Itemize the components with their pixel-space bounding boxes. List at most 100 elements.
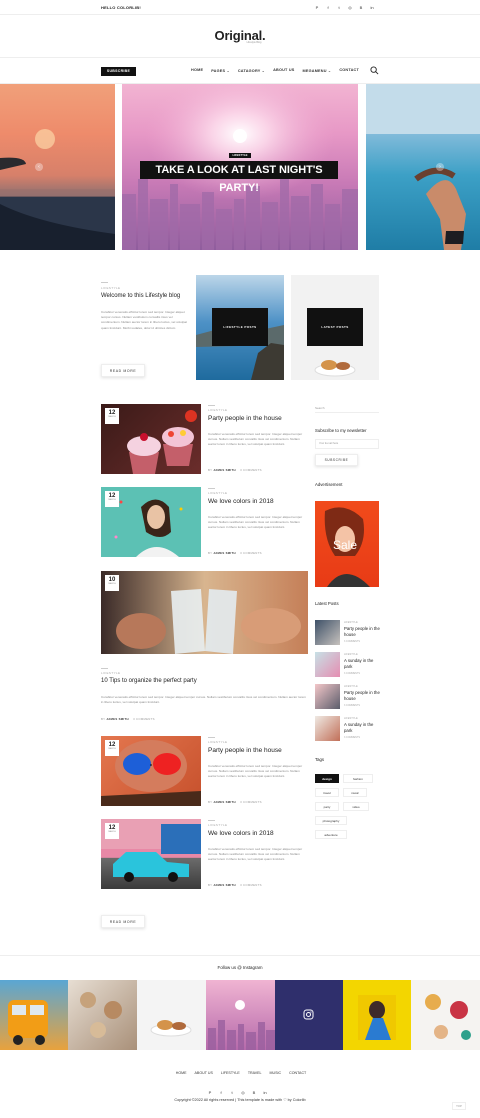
behance-icon[interactable]: B xyxy=(359,5,363,10)
load-more-button[interactable]: READ MORE xyxy=(101,915,145,928)
slider-prev-arrow[interactable]: ‹ xyxy=(35,163,43,171)
tag-design[interactable]: design xyxy=(315,774,339,783)
instagram-photo[interactable] xyxy=(275,980,343,1050)
nav-divider-top xyxy=(0,57,480,58)
latest-post-meta: 3 COMMENTS xyxy=(344,704,360,707)
advertisement-banner[interactable]: Sale xyxy=(315,501,379,587)
behance-icon[interactable]: B xyxy=(252,1090,256,1095)
pinterest-icon[interactable]: P xyxy=(315,5,319,10)
tag-party[interactable]: party xyxy=(315,802,339,811)
sidebar-search-input[interactable]: Search xyxy=(315,406,325,410)
twitter-icon[interactable]: t xyxy=(337,5,341,10)
pinterest-icon[interactable]: P xyxy=(208,1090,212,1095)
tag-fashion[interactable]: fashion xyxy=(343,774,373,783)
copyright-text: Copyright ©2022 All rights reserved | Th… xyxy=(174,1098,306,1102)
tag-video[interactable]: video xyxy=(343,802,369,811)
post-kicker[interactable]: LIFESTYLE xyxy=(208,408,227,412)
post-body: Curabitur venenatis efficitur lorem sed … xyxy=(101,695,306,705)
post-title[interactable]: 10 Tips to organize the perfect party xyxy=(101,678,197,684)
tag-adventure[interactable]: adventure xyxy=(315,830,347,839)
slider-next-arrow[interactable]: › xyxy=(436,163,444,171)
linkedin-icon[interactable]: in xyxy=(263,1090,267,1095)
post-title[interactable]: Party people in the house xyxy=(208,415,282,422)
footer-link-contact[interactable]: CONTACT xyxy=(289,1071,306,1075)
welcome-title: Welcome to this Lifestyle blog xyxy=(101,293,181,299)
ad-sale-text: Sale xyxy=(333,538,358,552)
latest-post-thumb[interactable] xyxy=(315,716,340,741)
nav-item-megamenu[interactable]: MEGAMENU ⌄ xyxy=(303,68,332,73)
post-meta: BY JAMES SMITH 3 COMMENTS xyxy=(208,551,262,555)
hero-slide-prev[interactable]: ‹ xyxy=(0,84,115,250)
tag-photography[interactable]: photography xyxy=(315,816,347,825)
welcome-kicker[interactable]: LIFESTYLE xyxy=(101,286,120,290)
post-title[interactable]: Party people in the house xyxy=(208,747,282,754)
facebook-icon[interactable]: f xyxy=(326,5,330,10)
welcome-body: Curabitur venenatis efficitur lorem sed … xyxy=(101,310,187,330)
facebook-icon[interactable]: f xyxy=(219,1090,223,1095)
nav-item-home[interactable]: HOME xyxy=(191,68,203,73)
latest-posts-label[interactable]: LATEST POSTS xyxy=(307,308,363,346)
footer-link-home[interactable]: HOME xyxy=(176,1071,187,1075)
nav-item-pages[interactable]: PAGES ⌄ xyxy=(211,68,230,73)
hero-slide-next[interactable]: › xyxy=(366,84,480,250)
instagram-photo[interactable] xyxy=(68,980,137,1050)
post-image-wide[interactable]: 10 MARCH xyxy=(101,571,308,654)
dribbble-icon[interactable]: ◎ xyxy=(348,5,352,10)
footer-link-music[interactable]: MUSIC xyxy=(270,1071,282,1075)
post-date-badge: 12 MARCH xyxy=(105,491,119,507)
post-image[interactable]: 12 MARCH xyxy=(101,736,201,806)
post-body: Curabitur venenatis efficitur lorem sed … xyxy=(208,764,303,779)
latest-post-meta: 3 COMMENTS xyxy=(344,672,360,675)
welcome-read-more-button[interactable]: READ MORE xyxy=(101,364,145,377)
post-body: Curabitur venenatis efficitur lorem sed … xyxy=(208,515,303,530)
hero-title[interactable]: TAKE A LOOK AT LAST NIGHT'S PARTY! xyxy=(140,161,338,194)
post-title[interactable]: We love colors in 2018 xyxy=(208,498,274,505)
instagram-icon[interactable] xyxy=(275,980,343,1050)
post-kicker[interactable]: LIFESTYLE xyxy=(208,823,227,827)
latest-post-title[interactable]: Party people in the house xyxy=(344,626,382,637)
newsletter-email-input[interactable]: Your E-mail here xyxy=(315,439,379,449)
newsletter-title: Subscribe to my newsletter xyxy=(315,428,367,433)
latest-post-thumb[interactable] xyxy=(315,652,340,677)
lifestyle-posts-label[interactable]: LIFESTYLE POSTS xyxy=(212,308,268,346)
post-kicker[interactable]: LIFESTYLE xyxy=(101,671,120,675)
post-kicker[interactable]: LIFESTYLE xyxy=(208,740,227,744)
instagram-photo[interactable] xyxy=(206,980,275,1050)
latest-post-title[interactable]: A sunday in the park xyxy=(344,658,382,669)
instagram-photo[interactable] xyxy=(343,980,411,1050)
back-to-top-button[interactable]: TOP xyxy=(452,1102,466,1110)
instagram-photo[interactable] xyxy=(411,980,480,1050)
twitter-icon[interactable]: t xyxy=(230,1090,234,1095)
hero-category-tag[interactable]: LIFESTYLE xyxy=(229,153,251,158)
post-image[interactable]: 12 MARCH xyxy=(101,404,201,474)
tag-music[interactable]: music xyxy=(343,788,367,797)
nav-item-catagory[interactable]: CATAGORY ⌄ xyxy=(238,68,265,73)
main-nav: HOME PAGES ⌄ CATAGORY ⌄ ABOUT US MEGAMEN… xyxy=(191,68,359,73)
post-image[interactable]: 12 MARCH xyxy=(101,487,201,557)
latest-post-thumb[interactable] xyxy=(315,684,340,709)
latest-post-title[interactable]: Party people in the house xyxy=(344,690,382,701)
linkedin-icon[interactable]: in xyxy=(370,5,374,10)
newsletter-subscribe-button[interactable]: SUBSCRIBE xyxy=(315,454,358,466)
tag-travel[interactable]: travel xyxy=(315,788,339,797)
footer-link-about[interactable]: ABOUT US xyxy=(195,1071,213,1075)
instagram-photo[interactable] xyxy=(137,980,206,1050)
nav-item-about[interactable]: ABOUT US xyxy=(273,68,294,73)
nav-item-contact[interactable]: CONTACT xyxy=(339,68,359,73)
post-image[interactable]: 12 MARCH xyxy=(101,819,201,889)
post-title[interactable]: We love colors in 2018 xyxy=(208,830,274,837)
post-kicker[interactable]: LIFESTYLE xyxy=(208,491,227,495)
instagram-photo[interactable] xyxy=(0,980,68,1050)
search-icon[interactable] xyxy=(370,66,379,75)
footer-link-lifestyle[interactable]: LIFESTYLE xyxy=(221,1071,240,1075)
post-dash xyxy=(208,405,215,406)
post-meta: BY JAMES SMITH 3 COMMENTS xyxy=(208,800,262,804)
latest-post-title[interactable]: A sunday in the park xyxy=(344,722,382,733)
post-dash xyxy=(208,737,215,738)
latest-posts-title: Latest Posts xyxy=(315,601,339,606)
post-body: Curabitur venenatis efficitur lorem sed … xyxy=(208,847,303,862)
footer-link-travel[interactable]: TRAVEL xyxy=(248,1071,262,1075)
dribbble-icon[interactable]: ◎ xyxy=(241,1090,245,1095)
latest-post-thumb[interactable] xyxy=(315,620,340,645)
subscribe-button[interactable]: SUBSCRIBE xyxy=(101,67,136,76)
